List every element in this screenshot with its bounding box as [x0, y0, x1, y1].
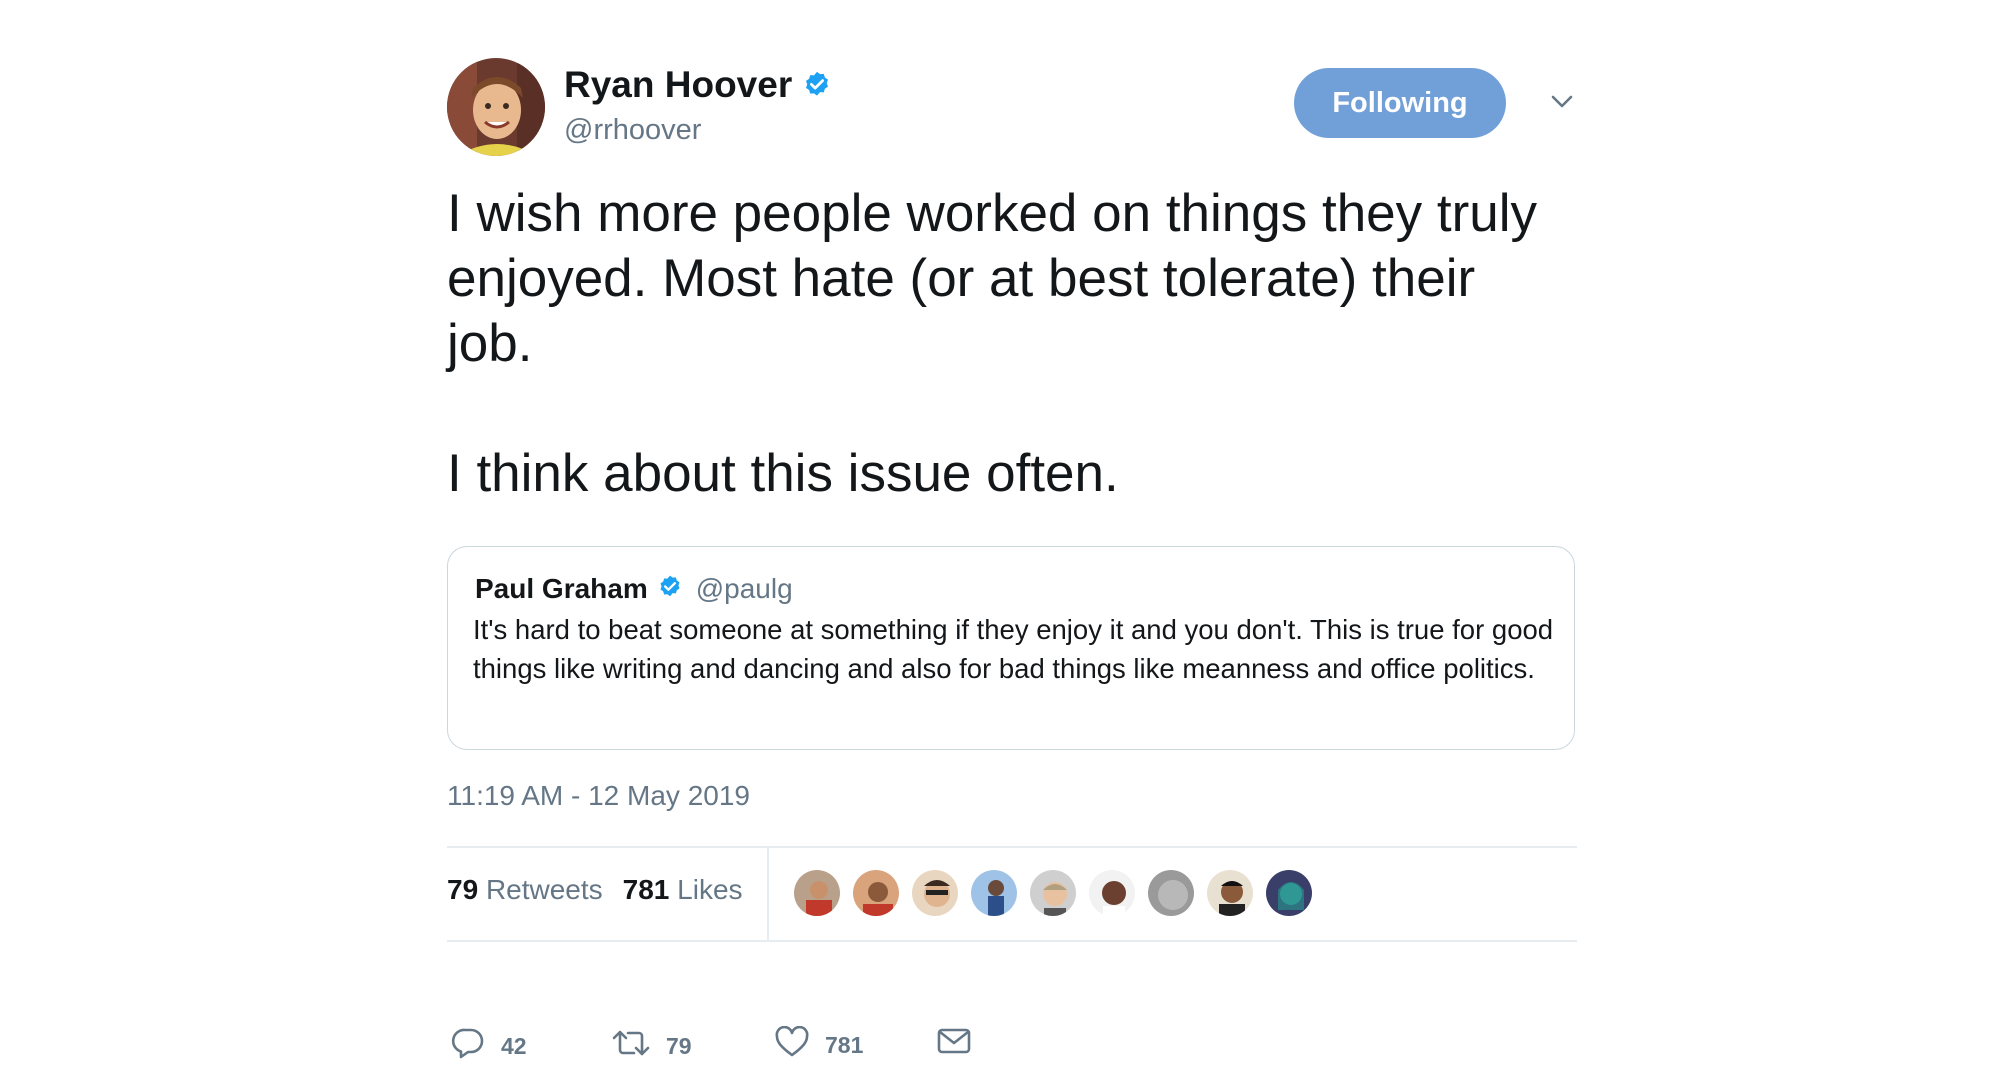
- retweet-count: 79: [666, 1032, 692, 1059]
- liker-avatar[interactable]: [1146, 868, 1196, 918]
- divider: [447, 940, 1577, 942]
- liker-avatar[interactable]: [792, 868, 842, 918]
- liker-avatar[interactable]: [1087, 868, 1137, 918]
- following-button[interactable]: Following: [1294, 68, 1506, 138]
- tweet-paragraph: I wish more people worked on things they…: [447, 184, 1537, 373]
- tweet-stats: 79 Retweets 781 Likes: [447, 874, 743, 906]
- divider: [447, 846, 1577, 848]
- direct-message-button[interactable]: [937, 1026, 971, 1062]
- verified-badge-icon: [657, 574, 683, 605]
- like-button[interactable]: 781: [775, 1025, 864, 1064]
- liker-avatar[interactable]: [851, 868, 901, 918]
- likes-stat[interactable]: 781 Likes: [623, 874, 743, 906]
- author-handle[interactable]: @rrhoover: [564, 114, 701, 147]
- verified-badge-icon: [802, 70, 832, 100]
- tweet-timestamp[interactable]: 11:19 AM - 12 May 2019: [447, 780, 750, 812]
- liker-avatar[interactable]: [910, 868, 960, 918]
- envelope-icon: [937, 1026, 971, 1062]
- author-avatar[interactable]: [447, 58, 545, 156]
- tweet-actions: 42 79 781: [447, 1025, 1047, 1066]
- liker-avatar[interactable]: [1028, 868, 1078, 918]
- liker-avatars: [792, 868, 1314, 918]
- heart-icon: [775, 1025, 809, 1064]
- retweet-button[interactable]: 79: [612, 1026, 692, 1066]
- retweets-stat[interactable]: 79 Retweets: [447, 874, 603, 906]
- liker-avatar[interactable]: [1205, 868, 1255, 918]
- author-name-row[interactable]: Ryan Hoover: [564, 64, 832, 106]
- quoted-tweet-text: It's hard to beat someone at something i…: [473, 614, 1554, 684]
- tweet-text: I wish more people worked on things they…: [447, 181, 1567, 506]
- likes-count: 781: [622, 874, 670, 905]
- reply-icon: [451, 1026, 485, 1066]
- quoted-author-name: Paul Graham: [475, 573, 648, 604]
- retweets-count: 79: [447, 874, 479, 905]
- liker-avatar[interactable]: [969, 868, 1019, 918]
- likes-label: Likes: [677, 874, 743, 905]
- liker-avatar[interactable]: [1264, 868, 1314, 918]
- stats-divider: [767, 846, 769, 941]
- quoted-tweet[interactable]: Paul Graham @paulg It's hard to beat som…: [447, 546, 1575, 750]
- retweets-label: Retweets: [485, 874, 603, 905]
- quoted-tweet-header: Paul Graham @paulg: [475, 573, 793, 605]
- tweet-paragraph: I think about this issue often.: [447, 444, 1119, 503]
- retweet-icon: [612, 1026, 650, 1066]
- reply-count: 42: [501, 1032, 527, 1059]
- chevron-down-icon[interactable]: [1547, 86, 1577, 116]
- like-count: 781: [825, 1031, 864, 1058]
- author-name[interactable]: Ryan Hoover: [564, 64, 792, 106]
- reply-button[interactable]: 42: [451, 1026, 527, 1066]
- quoted-author-handle: @paulg: [695, 573, 793, 604]
